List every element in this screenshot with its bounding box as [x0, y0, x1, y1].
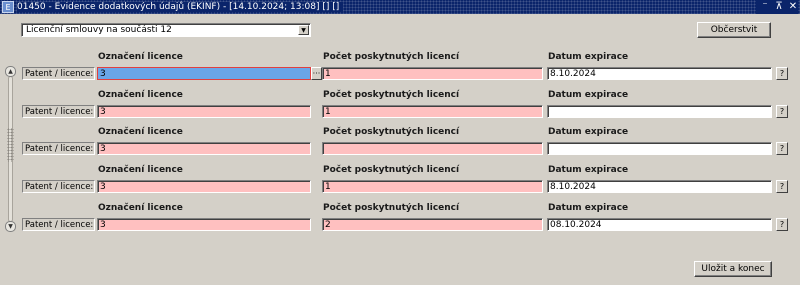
license-field[interactable]: 3 — [97, 67, 311, 80]
help-button[interactable]: ? — [776, 105, 788, 118]
license-header: Označení licence — [98, 203, 183, 213]
license-field[interactable]: 3 — [97, 218, 311, 231]
license-header: Označení licence — [98, 90, 183, 100]
count-header: Počet poskytnutých licencí — [323, 165, 460, 175]
expiration-field[interactable]: 8.10.2024 — [547, 180, 772, 193]
refresh-button[interactable]: Občerstvit — [697, 22, 771, 38]
count-header: Počet poskytnutých licencí — [323, 90, 460, 100]
count-header: Počet poskytnutých licencí — [323, 52, 460, 62]
record-row: Označení licence Počet poskytnutých lice… — [0, 203, 800, 241]
expiration-header: Datum expirace — [548, 127, 629, 137]
patent-label: Patent / licence: — [22, 218, 95, 231]
lookup-button[interactable]: ··· — [311, 67, 322, 80]
expiration-header: Datum expirace — [548, 165, 629, 175]
close-icon[interactable]: ✕ — [788, 1, 798, 13]
help-button[interactable]: ? — [776, 218, 788, 231]
record-row: Označení licence Počet poskytnutých lice… — [0, 165, 800, 203]
patent-label: Patent / licence: — [22, 180, 95, 193]
count-header: Počet poskytnutých licencí — [323, 203, 460, 213]
expiration-field[interactable]: 8.10.2024 — [547, 67, 772, 80]
expiration-header: Datum expirace — [548, 203, 629, 213]
chevron-down-icon[interactable]: ▼ — [298, 25, 309, 35]
count-field[interactable] — [322, 142, 543, 155]
expiration-header: Datum expirace — [548, 52, 629, 62]
license-header: Označení licence — [98, 52, 183, 62]
license-field[interactable]: 3 — [97, 142, 311, 155]
expiration-field[interactable]: 08.10.2024 — [547, 218, 772, 231]
app-icon: E — [2, 1, 14, 13]
help-button[interactable]: ? — [776, 67, 788, 80]
license-field[interactable]: 3 — [97, 105, 311, 118]
expiration-field[interactable] — [547, 142, 772, 155]
license-header: Označení licence — [98, 165, 183, 175]
patent-label: Patent / licence: — [22, 142, 95, 155]
save-and-close-button[interactable]: Uložit a konec — [694, 261, 772, 277]
title-bar: E 01450 - Evidence dodatkových údajů (EK… — [0, 0, 800, 14]
record-row: Označení licence Počet poskytnutých lice… — [0, 52, 800, 90]
restore-icon[interactable]: ⊼ — [774, 1, 784, 13]
count-field[interactable]: 1 — [322, 180, 543, 193]
license-field[interactable]: 3 — [97, 180, 311, 193]
patent-label: Patent / licence: — [22, 67, 95, 80]
expiration-field[interactable] — [547, 105, 772, 118]
expiration-header: Datum expirace — [548, 90, 629, 100]
window-title: 01450 - Evidence dodatkových údajů (EKIN… — [17, 2, 344, 12]
help-button[interactable]: ? — [776, 142, 788, 155]
record-row: Označení licence Počet poskytnutých lice… — [0, 127, 800, 165]
contract-select-value: Licenční smlouvy na součásti 12 — [26, 25, 172, 35]
count-field[interactable]: 1 — [322, 67, 543, 80]
license-header: Označení licence — [98, 127, 183, 137]
count-field[interactable]: 2 — [322, 218, 543, 231]
help-button[interactable]: ? — [776, 180, 788, 193]
count-field[interactable]: 1 — [322, 105, 543, 118]
count-header: Počet poskytnutých licencí — [323, 127, 460, 137]
contract-select[interactable]: Licenční smlouvy na součásti 12 ▼ — [21, 23, 311, 37]
minimize-icon[interactable]: ⁻ — [760, 1, 770, 13]
window-controls: ⁻ ⊼ ✕ — [756, 0, 798, 14]
record-row: Označení licence Počet poskytnutých lice… — [0, 90, 800, 128]
patent-label: Patent / licence: — [22, 105, 95, 118]
